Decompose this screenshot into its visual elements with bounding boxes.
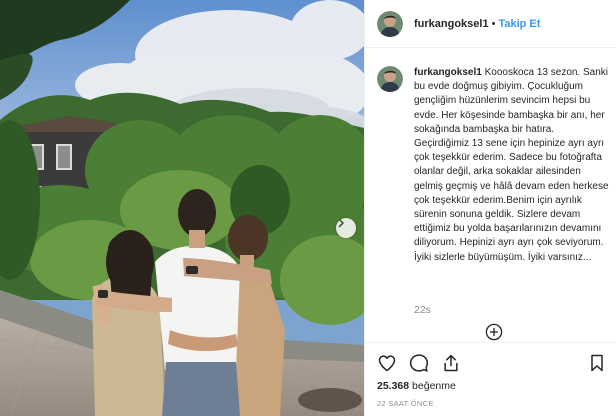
likes-label: beğenme <box>412 380 456 392</box>
post-timestamp[interactable]: 22 SAAT ÖNCE <box>377 399 434 408</box>
likes-number: 25.368 <box>377 380 410 392</box>
caption-text: Koooskoca 13 sezon. Sanki bu evde doğmuş… <box>414 67 609 263</box>
caption-text-block: furkangoksel1 Koooskoca 13 sezon. Sanki … <box>414 66 609 265</box>
avatar-image <box>377 10 403 37</box>
save-button[interactable] <box>587 353 607 373</box>
caption-comment: furkangoksel1 Koooskoca 13 sezon. Sanki … <box>377 66 609 265</box>
chevron-right-icon <box>338 218 344 228</box>
post-side-panel: furkangoksel1 • Takip Et furkangoksel1 K… <box>364 0 616 416</box>
header-username[interactable]: furkangoksel1 <box>414 18 489 30</box>
comment-icon <box>409 354 429 372</box>
photo-scene <box>0 0 364 416</box>
avatar[interactable] <box>377 10 403 37</box>
post-header: furkangoksel1 • Takip Et <box>365 0 616 48</box>
next-photo-button[interactable] <box>336 218 356 238</box>
comment-age[interactable]: 22s <box>414 304 431 316</box>
post-photo[interactable] <box>0 0 364 416</box>
share-button[interactable] <box>441 353 461 373</box>
instagram-post: furkangoksel1 • Takip Et furkangoksel1 K… <box>0 0 616 416</box>
heart-icon <box>378 355 396 372</box>
caption-avatar-image <box>377 66 403 92</box>
header-separator: • <box>491 17 496 30</box>
bookmark-icon <box>591 354 603 372</box>
like-button[interactable] <box>377 353 397 373</box>
load-more-comments-button[interactable] <box>485 323 503 341</box>
caption-avatar[interactable] <box>377 66 403 92</box>
action-bar <box>365 342 616 374</box>
comment-button[interactable] <box>409 353 429 373</box>
caption-username[interactable]: furkangoksel1 <box>414 67 482 78</box>
likes-count[interactable]: 25.368 beğenme <box>377 380 456 392</box>
share-icon <box>444 354 458 372</box>
follow-button[interactable]: Takip Et <box>498 18 540 30</box>
plus-circle-icon <box>485 323 503 341</box>
